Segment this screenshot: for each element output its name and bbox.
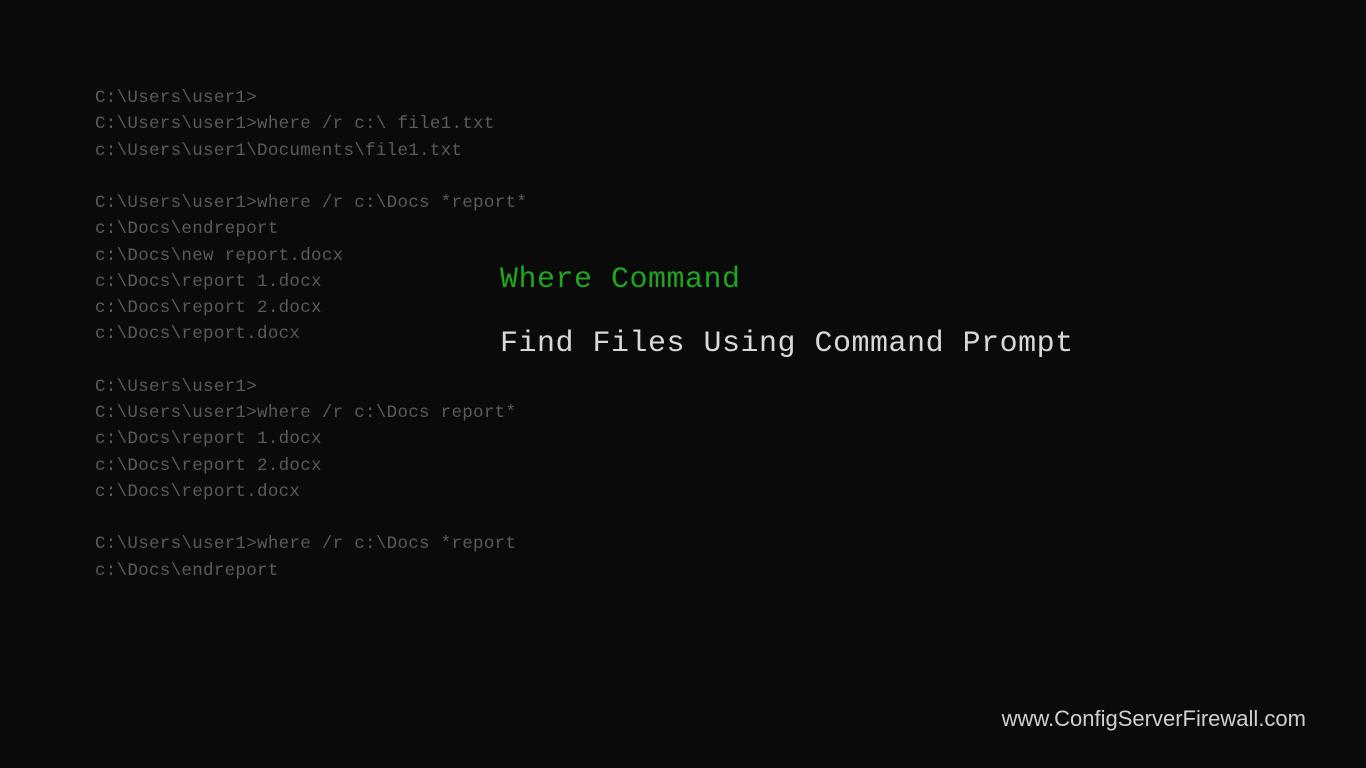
page-title: Where Command xyxy=(500,263,1074,297)
terminal-output: C:\Users\user1> C:\Users\user1>where /r … xyxy=(95,85,527,584)
site-url: www.ConfigServerFirewall.com xyxy=(1002,706,1306,732)
page-subtitle: Find Files Using Command Prompt xyxy=(500,327,1074,361)
headline-block: Where Command Find Files Using Command P… xyxy=(500,263,1074,361)
